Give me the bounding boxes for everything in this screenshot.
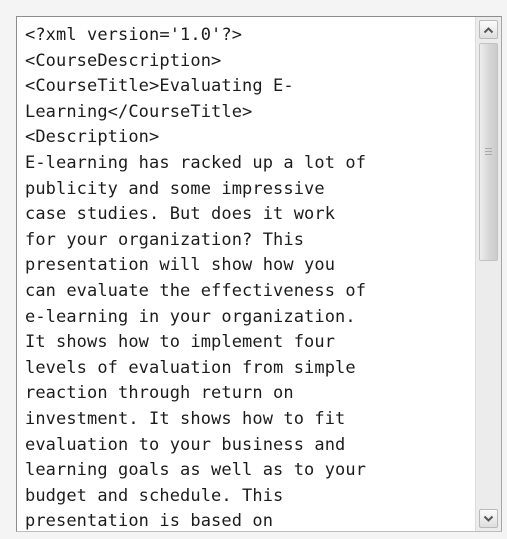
text-line: learning goals as well as to your — [25, 460, 367, 481]
thumb-grip — [485, 151, 492, 152]
text-line: for your organization? This — [25, 229, 305, 250]
text-line: Learning</CourseTitle> — [25, 101, 253, 122]
text-line: E-learning has racked up a lot of — [25, 152, 367, 173]
scroll-up-button[interactable] — [479, 20, 498, 39]
text-line: levels of evaluation from simple — [25, 357, 356, 378]
text-line: presentation is based on — [25, 511, 274, 531]
thumb-grip — [485, 154, 492, 155]
chevron-down-icon — [483, 515, 494, 522]
page: <?xml version='1.0'?> <CourseDescription… — [0, 0, 507, 539]
text-line: investment. It shows how to fit — [25, 408, 346, 429]
vertical-scrollbar[interactable] — [475, 17, 501, 531]
scroll-down-button[interactable] — [479, 509, 498, 528]
text-line: <?xml version='1.0'?> — [25, 25, 243, 45]
text-line: It shows how to implement four — [25, 332, 336, 353]
text-line: e-learning in your organization. — [25, 306, 356, 327]
text-line: <Description> — [25, 127, 160, 148]
scroll-thumb[interactable] — [479, 43, 498, 261]
text-line: case studies. But does it work — [25, 204, 336, 225]
thumb-grip — [485, 148, 492, 149]
text-line: evaluation to your business and — [25, 434, 346, 455]
text-line: presentation will show how you — [25, 255, 336, 276]
textarea-content[interactable]: <?xml version='1.0'?> <CourseDescription… — [17, 17, 475, 531]
xml-textarea[interactable]: <?xml version='1.0'?> <CourseDescription… — [16, 16, 502, 532]
text-line: reaction through return on — [25, 383, 294, 404]
text-line: publicity and some impressive — [25, 178, 325, 199]
text-line: can evaluate the effectiveness of — [25, 280, 367, 301]
text-line: <CourseDescription> — [25, 50, 222, 71]
text-line: budget and schedule. This — [25, 485, 284, 506]
chevron-up-icon — [483, 26, 494, 33]
text-line: <CourseTitle>Evaluating E- — [25, 76, 294, 97]
